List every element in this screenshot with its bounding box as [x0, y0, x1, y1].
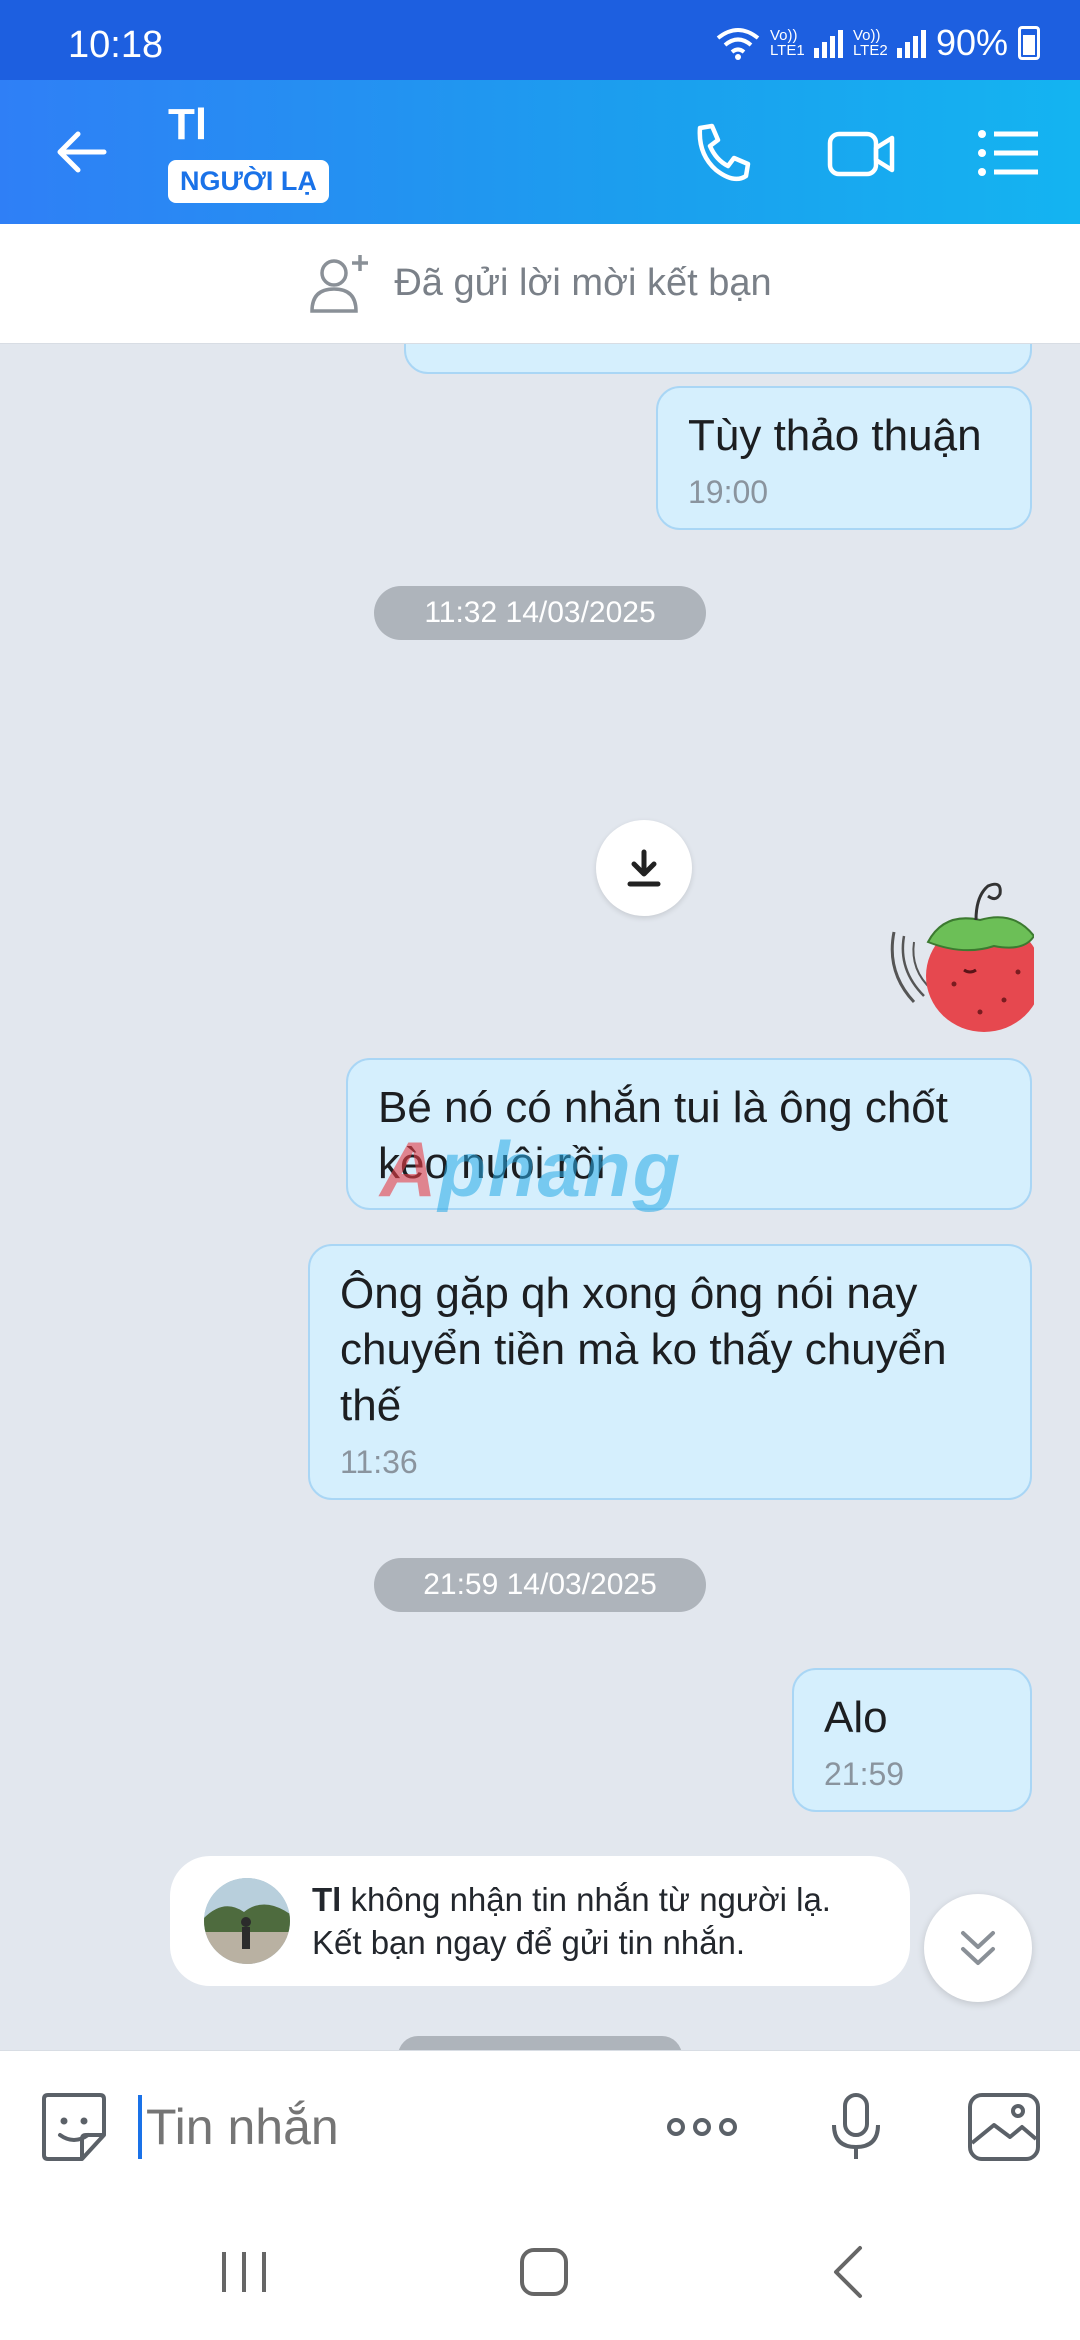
- date-separator: 11:32 14/03/2025: [374, 586, 706, 640]
- message-list[interactable]: Tùy thảo thuận 19:00 11:32 14/03/2025 Bé…: [0, 344, 1080, 2050]
- sim2-label: Vo)) LTE2: [852, 27, 888, 59]
- status-bar: 10:18 Vo)) LTE1 Vo)) LTE2 90%: [0, 0, 1080, 80]
- message-text: Alo: [824, 1693, 888, 1742]
- partial-message-bubble[interactable]: [404, 344, 1032, 374]
- friend-request-text: Đã gửi lời mời kết bạn: [394, 262, 772, 304]
- sticker-emoji-icon[interactable]: [36, 2089, 112, 2165]
- friend-request-bar[interactable]: Đã gửi lời mời kết bạn: [0, 224, 1080, 344]
- status-icons: Vo)) LTE1 Vo)) LTE2 90%: [716, 22, 1040, 64]
- video-call-icon[interactable]: [826, 118, 896, 188]
- message-bubble[interactable]: Alo 21:59: [792, 1668, 1032, 1812]
- stranger-notice-text: Tl không nhận tin nhắn từ người lạ. Kết …: [312, 1881, 831, 1961]
- system-navigation-bar: [0, 2198, 1080, 2340]
- sim2-signal: Vo)) LTE2: [853, 28, 926, 58]
- message-input[interactable]: [138, 2095, 618, 2159]
- chat-header: Tl NGƯỜI LẠ: [0, 80, 1080, 224]
- signal-bars-icon: [813, 28, 843, 58]
- notice-contact-name: Tl: [312, 1881, 342, 1918]
- phone-icon[interactable]: [686, 118, 756, 188]
- message-time: 11:36: [340, 1444, 418, 1480]
- wifi-icon: [716, 28, 760, 60]
- strawberry-sticker[interactable]: [884, 872, 1034, 1032]
- message-text: Bé nó có nhắn tui là ông chốt kèo nuôi r…: [378, 1083, 948, 1188]
- avatar: [204, 1878, 290, 1964]
- more-options-icon[interactable]: [664, 2089, 740, 2165]
- date-separator: 21:59 14/03/2025: [374, 1558, 706, 1612]
- image-gallery-icon[interactable]: [966, 2089, 1042, 2165]
- message-text: Tùy thảo thuận: [688, 411, 982, 460]
- message-time: 21:59: [824, 1756, 905, 1792]
- add-friend-icon: [310, 254, 369, 313]
- message-text: Ông gặp qh xong ông nói nay chuyển tiền …: [340, 1269, 947, 1430]
- message-bubble[interactable]: Bé nó có nhắn tui là ông chốt kèo nuôi r…: [346, 1058, 1032, 1210]
- message-bubble[interactable]: Ông gặp qh xong ông nói nay chuyển tiền …: [308, 1244, 1032, 1500]
- home-icon[interactable]: [514, 2242, 574, 2302]
- battery-percent: 90%: [935, 22, 1008, 63]
- message-input-bar: [0, 2050, 1080, 2198]
- status-time: 10:18: [68, 24, 164, 66]
- message-bubble[interactable]: Tùy thảo thuận 19:00: [656, 386, 1032, 530]
- partial-date-separator: [398, 2036, 682, 2050]
- battery-icon: [1018, 26, 1040, 60]
- back-arrow-icon[interactable]: [50, 120, 114, 184]
- notice-line2: Kết bạn ngay để gửi tin nhắn.: [312, 1924, 746, 1961]
- stranger-notice[interactable]: Tl không nhận tin nhắn từ người lạ. Kết …: [170, 1856, 910, 1986]
- double-chevron-down-icon: [961, 1931, 995, 1965]
- contact-name[interactable]: Tl: [168, 100, 207, 150]
- microphone-icon[interactable]: [818, 2089, 894, 2165]
- sim1-label: Vo)) LTE1: [769, 27, 805, 59]
- message-time: 19:00: [688, 474, 769, 510]
- sim1-signal: Vo)) LTE1: [770, 28, 843, 58]
- back-nav-icon[interactable]: [820, 2242, 880, 2302]
- recent-apps-icon[interactable]: [214, 2242, 274, 2302]
- download-button[interactable]: [596, 820, 692, 916]
- stranger-badge: NGƯỜI LẠ: [168, 160, 329, 203]
- download-icon: [627, 849, 661, 887]
- scroll-to-bottom-button[interactable]: [924, 1894, 1032, 2002]
- signal-bars-icon: [896, 28, 926, 58]
- menu-icon[interactable]: [974, 118, 1044, 188]
